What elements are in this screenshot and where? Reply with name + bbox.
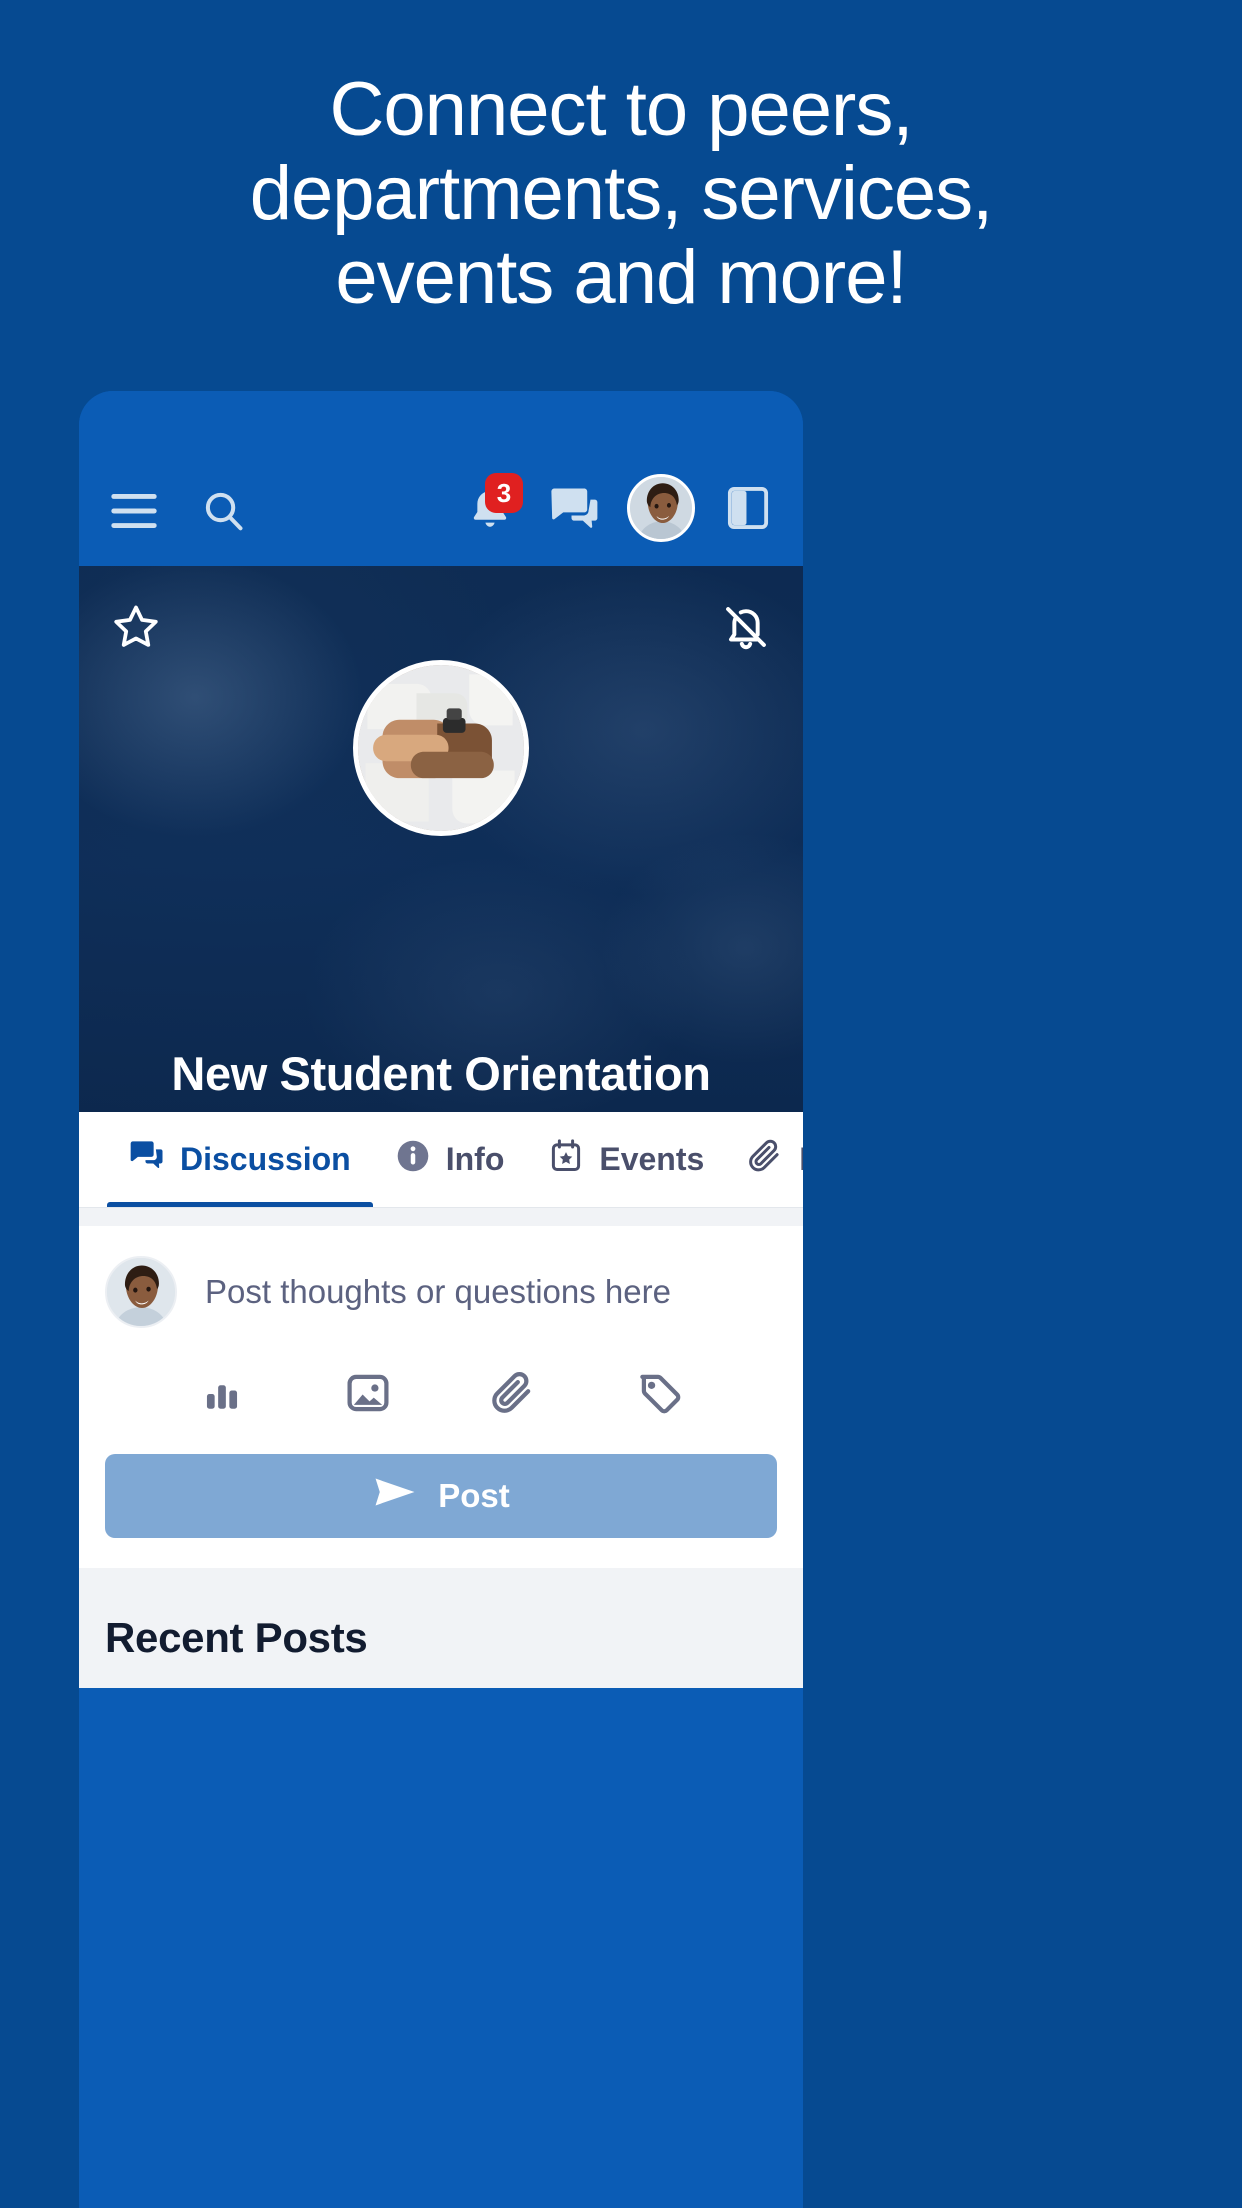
poll-bars-icon[interactable]: [187, 1362, 257, 1424]
user-avatar[interactable]: [627, 474, 695, 542]
info-circle-icon: [395, 1138, 431, 1182]
post-button[interactable]: Post: [105, 1454, 777, 1538]
recent-posts-heading: Recent Posts: [105, 1614, 368, 1661]
group-title: New Student Orientation: [171, 1047, 711, 1100]
app-bar: 3: [79, 391, 803, 566]
tab-events[interactable]: Events: [526, 1112, 726, 1207]
search-icon[interactable]: [193, 480, 255, 542]
app-bar-right-group: 3: [459, 473, 779, 542]
image-icon[interactable]: [333, 1362, 403, 1424]
tab-discussion[interactable]: Discussion: [107, 1112, 373, 1207]
tab-events-label: Events: [599, 1141, 705, 1177]
headline-line-3: events and more!: [335, 235, 907, 320]
phone-mockup: 3 New Student Orientation Discussion Inf…: [79, 391, 803, 2208]
send-arrow-icon: [372, 1474, 418, 1518]
headline-line-2: departments, services,: [249, 151, 994, 236]
post-button-label: Post: [438, 1477, 510, 1514]
tab-discussion-label: Discussion: [180, 1141, 351, 1177]
tab-resources[interactable]: Resources: [726, 1112, 803, 1207]
paperclip-icon[interactable]: [479, 1362, 549, 1424]
group-tab-bar: Discussion Info Events: [79, 1112, 803, 1208]
tag-icon[interactable]: [625, 1362, 695, 1424]
post-input[interactable]: Post thoughts or questions here: [205, 1273, 671, 1311]
group-photo-hands: [353, 660, 529, 836]
composer-input-row[interactable]: Post thoughts or questions here: [105, 1256, 777, 1328]
tab-info-label: Info: [445, 1141, 505, 1177]
side-panel-icon[interactable]: [717, 477, 779, 539]
notifications-button[interactable]: 3: [459, 473, 523, 539]
hamburger-menu-icon[interactable]: [103, 480, 165, 542]
post-composer: Post thoughts or questions here Post: [79, 1226, 803, 1568]
calendar-star-icon: [548, 1138, 584, 1182]
bell-off-icon[interactable]: [715, 596, 777, 658]
tab-content-divider: [79, 1208, 803, 1226]
recent-posts-section: Recent Posts: [79, 1568, 803, 1688]
messages-icon[interactable]: [543, 477, 605, 539]
paperclip-icon: [748, 1138, 784, 1182]
hero-top-actions: [79, 596, 803, 658]
composer-user-avatar: [105, 1256, 177, 1328]
star-outline-icon[interactable]: [105, 596, 167, 658]
tab-resources-label: Resources: [799, 1141, 803, 1178]
composer-tool-row: [105, 1328, 777, 1450]
chat-bubbles-icon: [129, 1139, 165, 1181]
app-bar-left-group: [103, 480, 255, 542]
tab-info[interactable]: Info: [373, 1112, 527, 1207]
notification-badge: 3: [485, 473, 523, 513]
group-hero: New Student Orientation Student Services…: [79, 566, 803, 1112]
headline-line-1: Connect to peers,: [329, 67, 914, 152]
promo-headline: Connect to peers, departments, services,…: [0, 72, 1242, 324]
